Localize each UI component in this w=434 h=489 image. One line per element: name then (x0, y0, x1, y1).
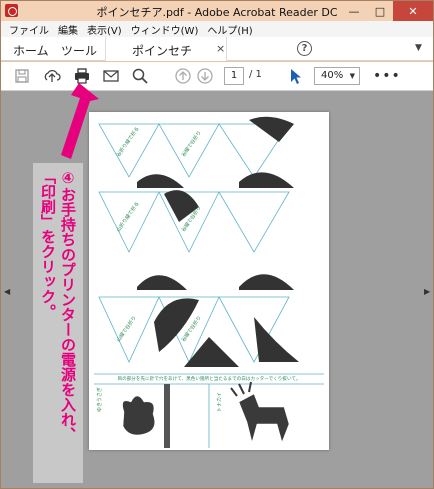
zoom-value: 40% (321, 70, 344, 81)
annotation-arrow-icon (61, 83, 99, 159)
chevron-down-icon[interactable]: ▼ (415, 43, 422, 53)
cut-label-reindeer: トナカイ (217, 392, 223, 412)
tab-close-icon[interactable]: × (216, 42, 225, 55)
title-bar: ポインセチア.pdf - Adobe Acrobat Reader DC — □… (1, 1, 433, 21)
fold-label-5: 山線で谷折り (115, 315, 138, 344)
pdf-page-content: 目の部分を先に針で穴をあけて、黒色い箇所と当たるまでの白はカッターでくり抜いて。… (94, 116, 324, 448)
menu-view[interactable]: 表示(V) (87, 22, 122, 37)
callout-line-1: ④お手持ちのプリンターの電源を入れ、 (59, 169, 77, 442)
menu-window[interactable]: ウィンドウ(W) (131, 22, 199, 37)
cut-label-rabbit: ゆきうさぎ (96, 387, 103, 412)
more-icon[interactable]: ••• (373, 68, 401, 84)
save-icon[interactable] (13, 67, 31, 85)
close-button[interactable]: ✕ (393, 1, 433, 21)
fold-label-1: 谷折り線で折る (115, 125, 141, 158)
menu-bar: ファイル 編集 表示(V) ウィンドウ(W) ヘルプ(H) (1, 21, 433, 37)
minimize-button[interactable]: — (341, 1, 367, 21)
tab-home[interactable]: ホーム (13, 42, 49, 59)
zoom-caret-icon: ▼ (349, 72, 355, 80)
menu-help[interactable]: ヘルプ(H) (207, 22, 252, 37)
page-up-icon[interactable] (174, 67, 192, 85)
menu-file[interactable]: ファイル (9, 22, 49, 37)
page-total: / 1 (249, 69, 262, 80)
maximize-button[interactable]: □ (367, 1, 393, 21)
callout-line-2: 「印刷」をクリック。 (39, 169, 57, 319)
window-controls: — □ ✕ (341, 1, 433, 21)
pdf-page: 目の部分を先に針で穴をあけて、黒色い箇所と当たるまでの白はカッターでくり抜いて。… (89, 112, 329, 450)
left-panel-toggle-icon[interactable]: ◀ (4, 287, 10, 296)
fold-label-3: 山折り線で折る (115, 200, 141, 233)
search-icon[interactable] (131, 67, 149, 85)
tab-bar: ホーム ツール ポインセチア.pdf × ? ▼ (1, 37, 433, 75)
instruction-callout: ④お手持ちのプリンターの電源を入れ、 「印刷」をクリック。 (33, 163, 83, 483)
page-instruction: 目の部分を先に針で穴をあけて、黒色い箇所と当たるまでの白はカッターでくり抜いて。 (118, 375, 301, 382)
menu-edit[interactable]: 編集 (58, 22, 78, 37)
select-cursor-icon[interactable] (286, 67, 304, 85)
tab-document[interactable]: ポインセチア.pdf × (105, 37, 227, 75)
page-number-input[interactable]: 1 (224, 67, 244, 85)
email-icon[interactable] (102, 67, 120, 85)
page-down-icon[interactable] (196, 67, 214, 85)
fold-label-2: 谷線で谷折り (180, 130, 203, 159)
right-panel-toggle-icon[interactable]: ▶ (424, 287, 430, 296)
help-icon[interactable]: ? (297, 41, 312, 56)
acrobat-window: ポインセチア.pdf - Adobe Acrobat Reader DC — □… (0, 0, 434, 489)
tab-tools[interactable]: ツール (61, 42, 97, 59)
zoom-select[interactable]: 40% ▼ (314, 67, 360, 85)
